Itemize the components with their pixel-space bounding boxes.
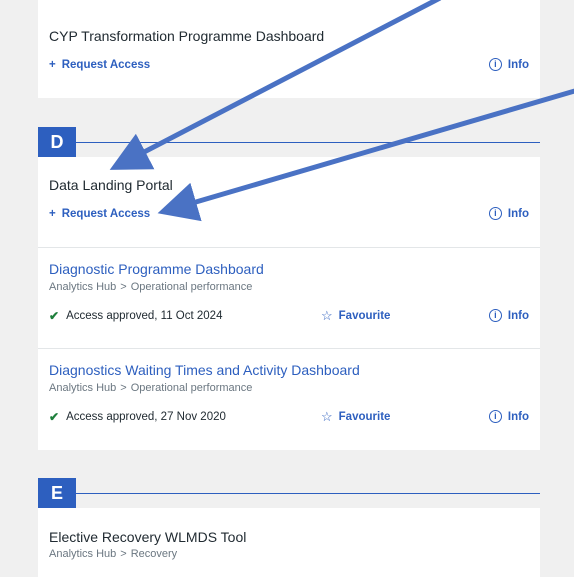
request-access-button[interactable]: + Request Access (49, 59, 150, 71)
star-icon: ☆ (321, 409, 333, 424)
info-icon: i (488, 58, 502, 71)
breadcrumb-separator: > (120, 281, 127, 293)
info-button[interactable]: i Info (488, 410, 529, 423)
access-status: ✔ Access approved, 11 Oct 2024 (49, 309, 223, 323)
product-title: Data Landing Portal (49, 177, 173, 193)
product-card-cyp: CYP Transformation Programme Dashboard +… (38, 0, 540, 98)
star-icon: ☆ (321, 308, 333, 323)
breadcrumb: Analytics Hub > Recovery (49, 548, 178, 560)
breadcrumb-separator: > (120, 382, 127, 394)
favourite-button[interactable]: ☆ Favourite (321, 308, 390, 324)
section-letter: E (38, 478, 76, 508)
access-status: ✔ Access approved, 27 Nov 2020 (49, 410, 226, 424)
catalogue-list: CYP Transformation Programme Dashboard +… (38, 0, 540, 577)
info-icon: i (488, 309, 502, 322)
plus-icon: + (49, 208, 56, 220)
product-title-link[interactable]: Diagnostic Programme Dashboard (49, 261, 264, 277)
info-button[interactable]: i Info (488, 309, 529, 322)
breadcrumb-separator: > (120, 548, 127, 560)
product-card-diagnostic-programme: Diagnostic Programme Dashboard Analytics… (38, 248, 540, 349)
product-card-data-landing: Data Landing Portal + Request Access i Inf… (38, 157, 540, 248)
section-divider (76, 142, 540, 144)
product-title: Elective Recovery WLMDS Tool (49, 529, 247, 545)
section-divider (76, 493, 540, 495)
breadcrumb: Analytics Hub > Operational performance (49, 281, 253, 293)
plus-icon: + (49, 59, 56, 71)
product-title: CYP Transformation Programme Dashboard (49, 28, 325, 44)
request-access-button[interactable]: + Request Access (49, 208, 150, 220)
favourite-button[interactable]: ☆ Favourite (321, 409, 390, 425)
product-card-diagnostics-waiting: Diagnostics Waiting Times and Activity D… (38, 349, 540, 450)
check-icon: ✔ (49, 410, 60, 424)
section-header-d: D (38, 127, 540, 157)
info-icon: i (488, 410, 502, 423)
info-icon: i (488, 207, 502, 220)
info-button[interactable]: i Info (488, 207, 529, 220)
section-header-e: E (38, 478, 540, 508)
info-button[interactable]: i Info (488, 58, 529, 71)
section-letter: D (38, 127, 76, 157)
product-card-elective-recovery: Elective Recovery WLMDS Tool Analytics H… (38, 508, 540, 577)
breadcrumb: Analytics Hub > Operational performance (49, 382, 253, 394)
check-icon: ✔ (49, 309, 60, 323)
product-title-link[interactable]: Diagnostics Waiting Times and Activity D… (49, 362, 360, 378)
